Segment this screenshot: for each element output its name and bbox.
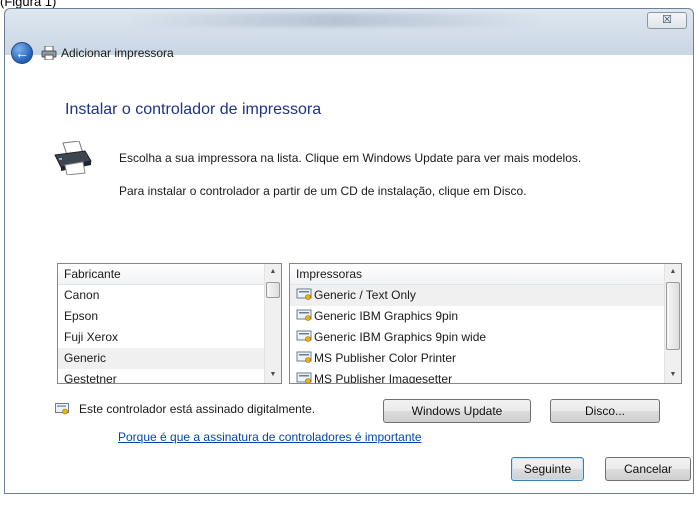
printer-header: Impressoras [290, 264, 681, 285]
printer-driver-icon [296, 372, 312, 383]
list-item-selected[interactable]: Generic [58, 348, 281, 369]
signed-driver-text: Este controlador está assinado digitalme… [79, 402, 316, 416]
printer-name: MS Publisher Color Printer [314, 351, 457, 365]
list-item-selected[interactable]: Generic / Text Only [290, 285, 681, 306]
scroll-thumb[interactable] [266, 282, 280, 298]
page-title: Instalar o controlador de impressora [65, 101, 322, 118]
driver-signing-link[interactable]: Porque é que a assinatura de controlador… [118, 430, 422, 444]
printer-list[interactable]: Impressoras Generic / Text Only Generic … [289, 263, 682, 384]
printer-name: Generic / Text Only [314, 288, 416, 302]
scroll-down-icon[interactable]: ▼ [665, 367, 681, 383]
windows-update-button[interactable]: Windows Update [383, 399, 531, 423]
dialog-content: Instalar o controlador de impressora Esc… [5, 9, 693, 493]
printer-driver-icon [296, 288, 312, 300]
printer-driver-icon [296, 351, 312, 363]
list-item[interactable]: MS Publisher Imagesetter [290, 369, 681, 384]
disk-button[interactable]: Disco... [550, 399, 660, 423]
printer-name: Generic IBM Graphics 9pin [314, 309, 459, 323]
list-item[interactable]: Generic IBM Graphics 9pin [290, 306, 681, 327]
scroll-up-icon[interactable]: ▲ [265, 264, 281, 280]
scroll-down-icon[interactable]: ▼ [265, 367, 281, 383]
printer-name: Generic IBM Graphics 9pin wide [314, 330, 487, 344]
list-item[interactable]: Generic IBM Graphics 9pin wide [290, 327, 681, 348]
list-item[interactable]: Gestetner [58, 369, 281, 383]
scroll-up-icon[interactable]: ▲ [665, 264, 681, 280]
list-item[interactable]: Canon [58, 285, 281, 306]
certificate-icon [55, 403, 69, 415]
printer-driver-icon [296, 330, 312, 342]
manufacturer-list[interactable]: Fabricante Canon Epson Fuji Xerox Generi… [57, 263, 282, 384]
manufacturer-scrollbar[interactable]: ▲ ▼ [264, 264, 281, 383]
printer-large-icon [54, 141, 92, 175]
list-item[interactable]: Fuji Xerox [58, 327, 281, 348]
list-item[interactable]: MS Publisher Color Printer [290, 348, 681, 369]
cancel-button[interactable]: Cancelar [605, 457, 691, 481]
printer-driver-icon [296, 309, 312, 321]
add-printer-dialog: ☒ ← Adicionar impressora Instalar o cont… [4, 8, 694, 494]
manufacturer-header: Fabricante [58, 264, 281, 285]
list-item[interactable]: Epson [58, 306, 281, 327]
instruction-line-2: Para instalar o controlador a partir de … [119, 184, 527, 198]
scroll-thumb[interactable] [666, 282, 680, 350]
printer-name: MS Publisher Imagesetter [314, 372, 453, 384]
next-button[interactable]: Seguinte [511, 457, 584, 481]
instruction-line-1: Escolha a sua impressora na lista. Cliqu… [119, 151, 582, 165]
printer-scrollbar[interactable]: ▲ ▼ [664, 264, 681, 383]
